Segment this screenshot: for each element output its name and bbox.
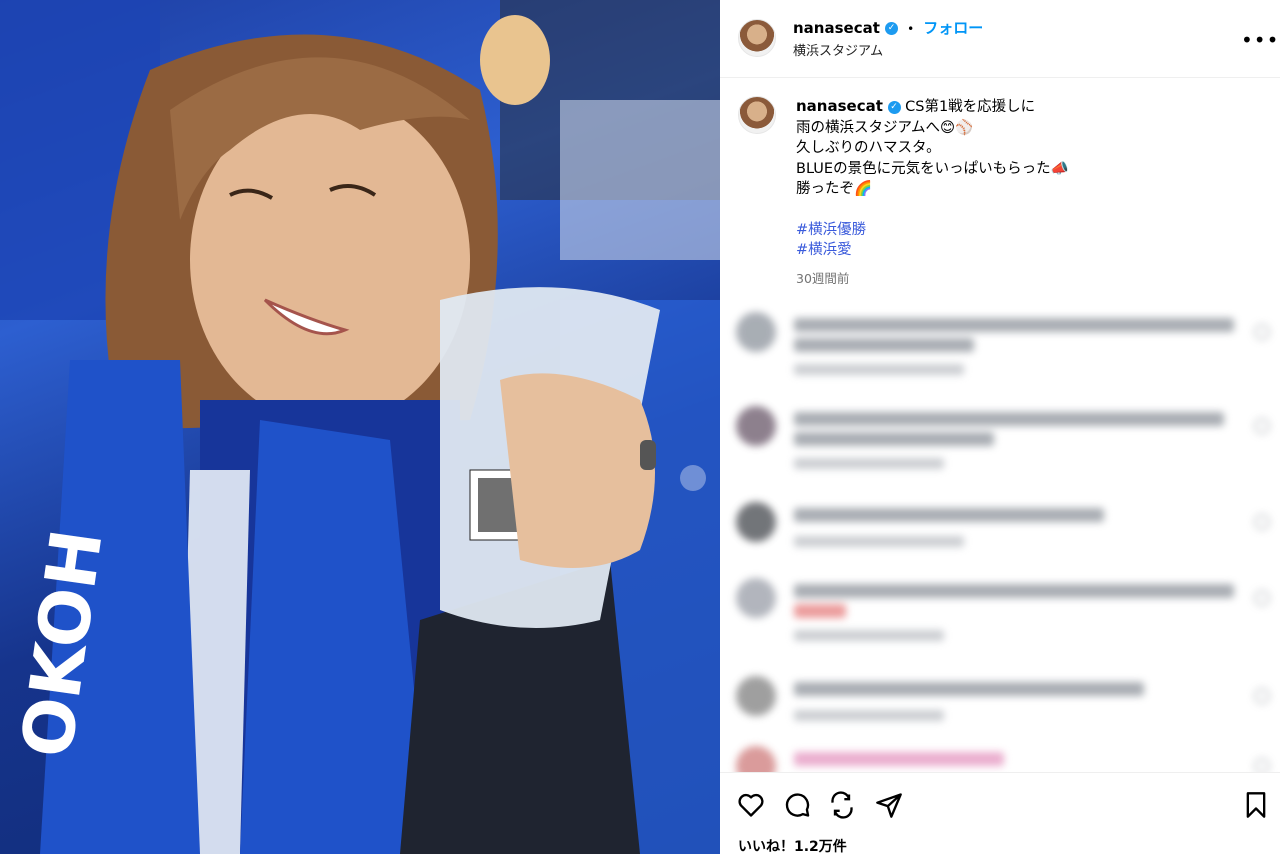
post-header: nanasecat ✓ • フォロー 横浜スタジアム •••	[720, 0, 1280, 78]
heart-icon[interactable]	[737, 791, 765, 819]
photo-scene: OKOH	[0, 0, 720, 854]
comment-item	[736, 676, 1270, 746]
caption-author-avatar[interactable]	[738, 96, 776, 134]
caption-line: 勝ったぞ🌈	[796, 181, 873, 197]
carousel-next-icon[interactable]	[680, 465, 706, 491]
follow-button[interactable]: フォロー	[923, 19, 983, 37]
post-caption: nanasecat ✓ CS第1戦を応援しに 雨の横浜スタジアムへ😊⚾ 久しぶり…	[796, 96, 1256, 261]
caption-line: 雨の横浜スタジアムへ😊⚾	[796, 119, 974, 136]
post-timestamp[interactable]: 30週間前	[796, 268, 849, 287]
comment-item	[736, 406, 1270, 476]
comment-item	[736, 312, 1270, 382]
comment-icon[interactable]	[783, 791, 811, 819]
share-icon[interactable]	[828, 791, 856, 819]
verified-badge-icon: ✓	[884, 22, 898, 35]
caption-line: CS第1戦を応援しに	[905, 99, 1036, 115]
more-options-icon[interactable]: •••	[1241, 28, 1279, 52]
post-panel: nanasecat ✓ • フォロー 横浜スタジアム ••• nanasecat…	[720, 0, 1280, 856]
caption-verified-badge-icon: ✓	[887, 100, 901, 114]
caption-username[interactable]: nanasecat	[796, 97, 883, 115]
bookmark-icon[interactable]	[1242, 791, 1270, 819]
header-separator: •	[907, 22, 915, 36]
hashtag-link[interactable]: #横浜愛	[796, 240, 1256, 261]
likes-count[interactable]: いいね！1.2万件	[738, 836, 847, 856]
comment-item	[736, 578, 1270, 648]
post-photo: OKOH	[0, 0, 720, 854]
post-location[interactable]: 横浜スタジアム	[793, 40, 883, 59]
send-icon[interactable]	[875, 791, 903, 819]
author-username[interactable]: nanasecat	[793, 19, 880, 37]
hashtag-link[interactable]: #横浜優勝	[796, 220, 1256, 241]
author-avatar[interactable]	[738, 19, 776, 57]
caption-line: 久しぶりのハマスタ。	[796, 140, 941, 156]
caption-line: BLUEの景色に元気をいっぱいもらった📣	[796, 160, 1069, 177]
comment-item	[736, 502, 1270, 572]
